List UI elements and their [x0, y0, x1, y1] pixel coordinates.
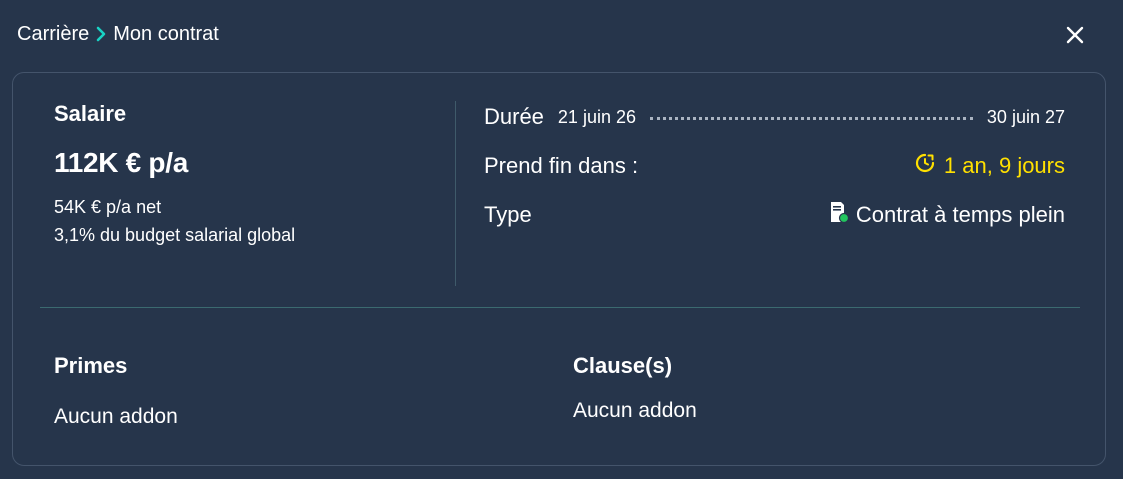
salary-budget-share: 3,1% du budget salarial global [54, 225, 296, 245]
contract-card: Salaire 112K € p/a 54K € p/a net 3,1% du… [12, 72, 1106, 466]
breadcrumb-current: Mon contrat [113, 22, 219, 45]
duration-range: 21 juin 26 30 juin 27 [558, 107, 1065, 128]
timeline-dots [650, 116, 973, 120]
salary-section: Salaire 112K € p/a 54K € p/a net 3,1% du… [54, 101, 295, 246]
ends-in-row: Prend fin dans : 1 an, 9 jours [484, 150, 1065, 182]
clauses-value: Aucun addon [573, 399, 697, 422]
type-value-group: Contrat à temps plein [828, 200, 1065, 230]
contract-details: Durée 21 juin 26 30 juin 27 Prend fin da… [484, 101, 1065, 231]
type-label: Type [484, 202, 532, 227]
breadcrumb-parent-link[interactable]: Carrière [17, 23, 89, 46]
chevron-right-icon [89, 26, 113, 42]
bonuses-section: Primes Aucun addon [54, 353, 178, 429]
clock-icon [914, 152, 936, 180]
bonuses-title: Primes [54, 353, 128, 378]
vertical-divider [455, 101, 456, 286]
breadcrumb: Carrière Mon contrat [17, 20, 219, 48]
salary-net: 54K € p/a net [54, 197, 162, 217]
horizontal-divider [40, 307, 1080, 308]
ends-in-label: Prend fin dans : [484, 153, 639, 178]
type-value: Contrat à temps plein [855, 202, 1065, 227]
duration-label: Durée [484, 104, 544, 129]
clauses-title: Clause(s) [573, 353, 673, 378]
end-date: 30 juin 27 [986, 106, 1065, 127]
close-icon[interactable] [1063, 23, 1087, 47]
ends-in-value: 1 an, 9 jours [943, 153, 1065, 178]
clauses-section: Clause(s) Aucun addon [573, 353, 697, 423]
contract-document-icon [828, 200, 850, 230]
start-date: 21 juin 26 [557, 106, 636, 127]
duration-row: Durée 21 juin 26 30 juin 27 [484, 101, 1065, 133]
ends-in-value-group: 1 an, 9 jours [914, 152, 1065, 180]
bonuses-value: Aucun addon [54, 405, 178, 428]
type-row: Type Contrat à temps plein [484, 199, 1065, 231]
salary-title: Salaire [54, 101, 127, 126]
salary-amount: 112K € p/a [54, 147, 188, 178]
